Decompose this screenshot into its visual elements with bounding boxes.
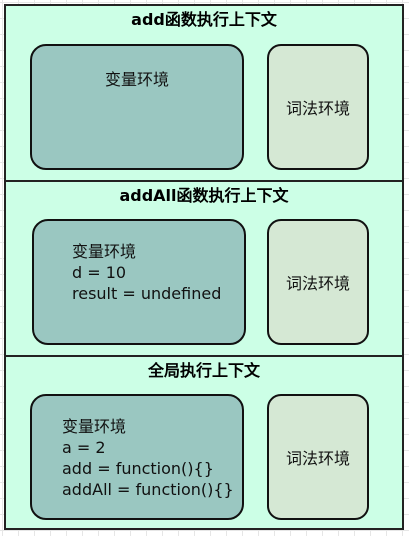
addall-variable-environment: 变量环境 d = 10 result = undefined <box>32 219 246 345</box>
global-variable-environment-label: 变量环境 <box>62 417 127 436</box>
global-lexical-environment-label: 词法环境 <box>285 449 350 468</box>
add-context-title: add函数执行上下文 <box>131 10 277 29</box>
addall-lexical-environment-label: 词法环境 <box>285 274 350 293</box>
addall-variable-environment-label: 变量环境 <box>72 242 137 261</box>
addall-variable-entry: result = undefined <box>72 284 222 303</box>
addall-variable-environment-content: 变量环境 d = 10 result = undefined <box>72 241 221 304</box>
addall-lexical-environment: 词法环境 <box>267 219 369 345</box>
add-lexical-environment-label: 词法环境 <box>285 99 350 118</box>
global-lexical-environment: 词法环境 <box>267 394 369 520</box>
global-execution-context: 全局执行上下文 变量环境 a = 2 add = function(){} ad… <box>6 357 402 528</box>
add-variable-environment-label: 变量环境 <box>104 70 169 89</box>
global-context-title: 全局执行上下文 <box>147 361 260 380</box>
addall-variable-entry: d = 10 <box>72 263 127 282</box>
add-execution-context: add函数执行上下文 变量环境 词法环境 <box>6 6 402 182</box>
execution-context-stack: add函数执行上下文 变量环境 词法环境 addAll函数执行上下文 变量环境 … <box>4 4 404 530</box>
addall-context-title: addAll函数执行上下文 <box>119 186 289 205</box>
add-lexical-environment: 词法环境 <box>267 44 369 170</box>
global-variable-entry: a = 2 <box>62 438 106 457</box>
addall-execution-context: addAll函数执行上下文 变量环境 d = 10 result = undef… <box>6 182 402 357</box>
global-variable-entry: addAll = function(){} <box>62 480 234 499</box>
global-variable-environment: 变量环境 a = 2 add = function(){} addAll = f… <box>30 394 244 520</box>
global-variable-environment-content: 变量环境 a = 2 add = function(){} addAll = f… <box>62 416 234 500</box>
add-variable-environment: 变量环境 <box>30 44 244 170</box>
global-variable-entry: add = function(){} <box>62 459 214 478</box>
